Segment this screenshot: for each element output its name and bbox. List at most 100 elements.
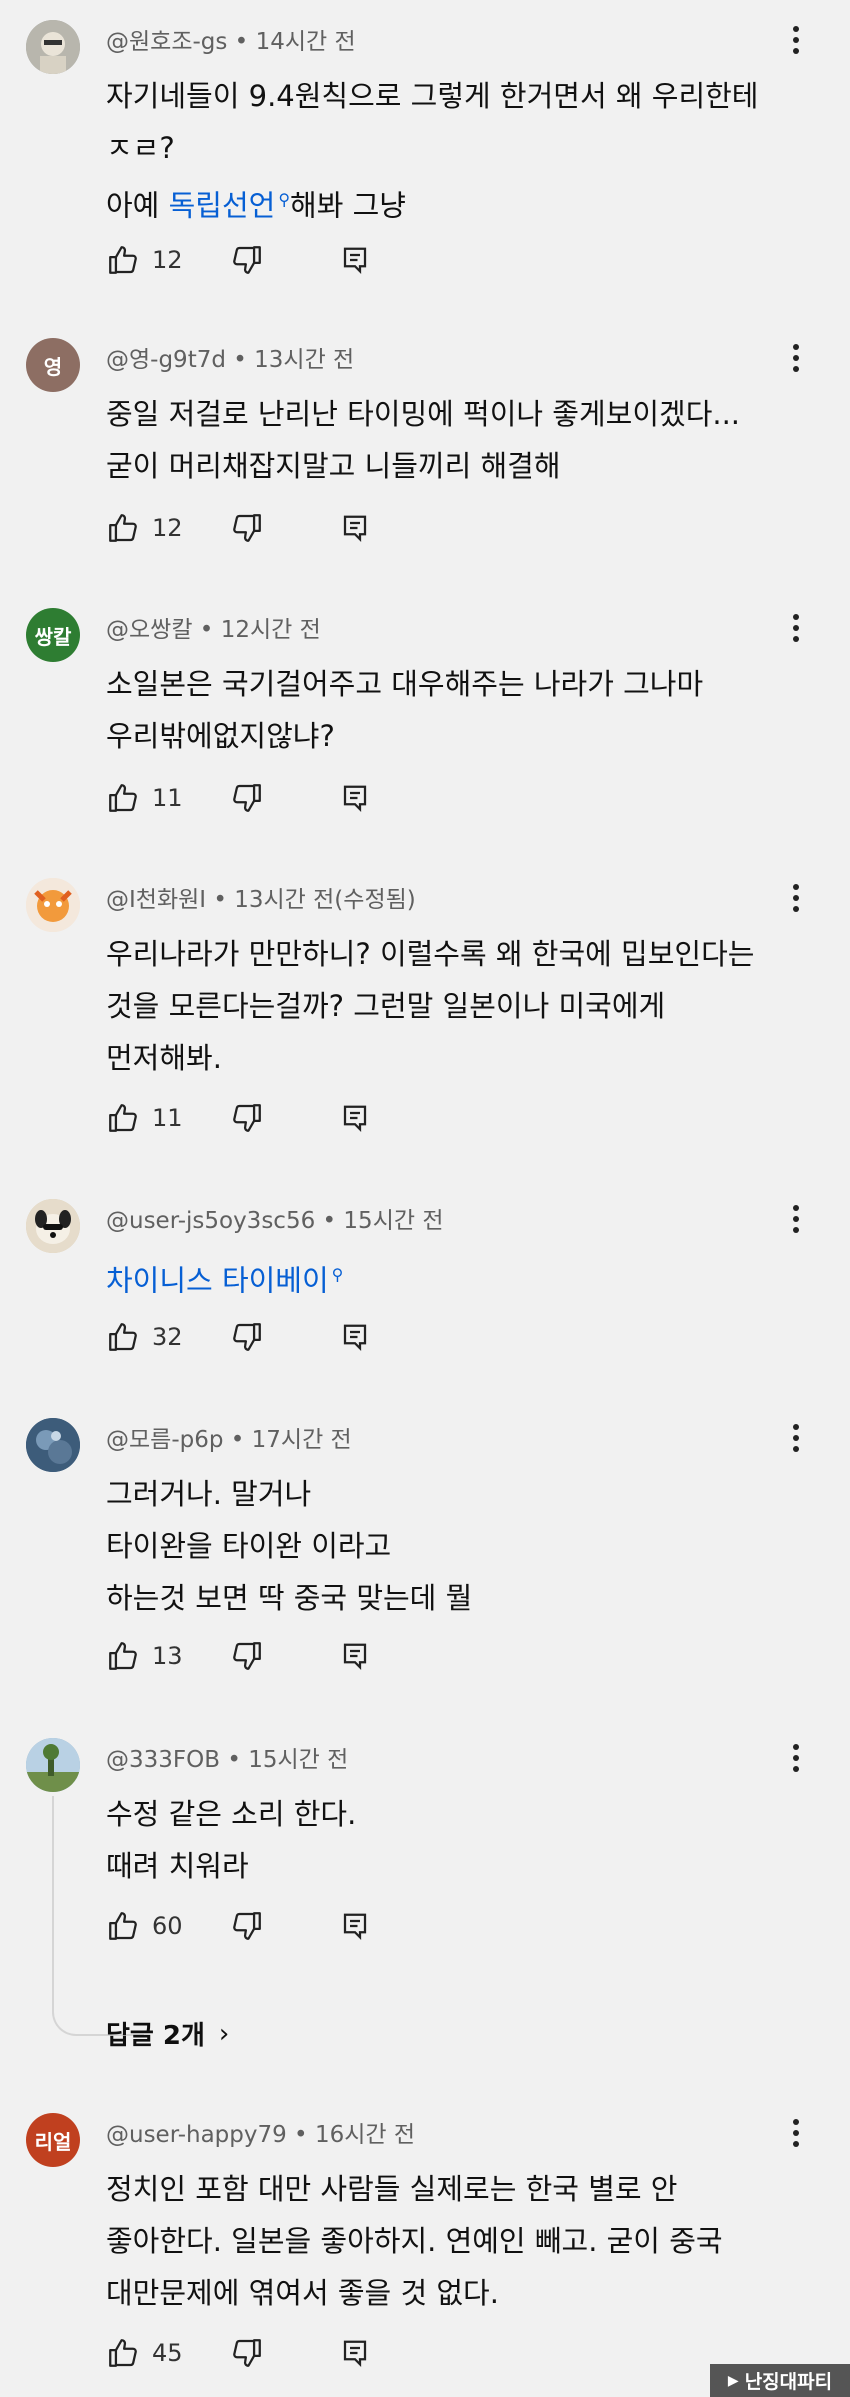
more-vert-icon[interactable] xyxy=(790,340,802,380)
more-vert-icon[interactable] xyxy=(790,22,802,62)
search-icon: ⚲ xyxy=(278,190,291,209)
avatar[interactable] xyxy=(26,1738,80,1792)
more-vert-icon[interactable] xyxy=(790,2115,802,2155)
avatar-dog-icon xyxy=(26,1199,80,1253)
thumbs-up-icon xyxy=(109,2339,137,2367)
comment-author[interactable]: @영-g9t7d xyxy=(106,347,226,373)
avatar[interactable] xyxy=(26,878,80,932)
chevron-right-icon: › xyxy=(218,2018,230,2049)
more-vert-icon[interactable] xyxy=(790,880,802,920)
thumbs-down-icon xyxy=(233,1912,261,1940)
like-button[interactable]: 11 xyxy=(106,1100,183,1136)
dislike-button[interactable] xyxy=(230,242,264,278)
like-count: 12 xyxy=(152,514,183,542)
reply-button[interactable] xyxy=(340,510,370,546)
avatar-initial: 쌍칼 xyxy=(34,624,72,649)
comment-line: 하는것 보면 딱 중국 맞는데 뭘 xyxy=(106,1581,473,1615)
avatar-photo-icon xyxy=(26,20,80,74)
avatar[interactable]: 쌍칼 xyxy=(26,608,80,662)
like-button[interactable]: 12 xyxy=(106,510,183,546)
avatar[interactable]: 영 xyxy=(26,338,80,392)
comment-line: 차이니스 타이베이 ⚲ xyxy=(106,1249,343,1307)
dislike-button[interactable] xyxy=(230,2335,264,2371)
comment-line: 중일 저걸로 난리난 타이밍에 퍽이나 좋게보이겠다... xyxy=(106,397,741,431)
reply-comment-icon xyxy=(343,1643,367,1670)
avatar-initial: 리얼 xyxy=(34,2129,72,2154)
more-vert-icon[interactable] xyxy=(790,1420,802,1460)
avatar-photo-icon xyxy=(26,1418,80,1472)
comment-meta: @오쌍칼 • 12시간 전 xyxy=(106,617,321,643)
dislike-button[interactable] xyxy=(230,510,264,546)
thumbs-down-icon xyxy=(233,784,261,812)
comment-author[interactable]: @user-js5oy3sc56 xyxy=(106,1208,315,1234)
avatar[interactable]: 리얼 xyxy=(26,2113,80,2167)
comment-author[interactable]: @오쌍칼 xyxy=(106,617,192,643)
search-link[interactable]: 차이니스 타이베이 xyxy=(106,1264,329,1298)
comment-line: 타이완을 타이완 이라고 xyxy=(106,1529,392,1563)
replies-count: 답글 2개 xyxy=(106,2021,205,2051)
comment-text: 정치인 포함 대만 사람들 실제로는 한국 별로 안 좋아한다. 일본을 좋아하… xyxy=(106,2163,723,2319)
reply-comment-icon xyxy=(343,785,367,812)
like-button[interactable]: 11 xyxy=(106,780,183,816)
comment-text: 우리나라가 만만하니? 이럴수록 왜 한국에 밉보인다는 것을 모른다는걸까? … xyxy=(106,928,754,1084)
comment-author[interactable]: @모름-p6p xyxy=(106,1427,223,1453)
thumbs-down-icon xyxy=(233,2339,261,2367)
like-button[interactable]: 12 xyxy=(106,242,183,278)
reply-button[interactable] xyxy=(340,1638,370,1674)
like-button[interactable]: 32 xyxy=(106,1319,183,1355)
site-watermark: ▶ 난징대파티 xyxy=(710,2364,850,2397)
more-vert-icon[interactable] xyxy=(790,1201,802,1241)
comment-line: 정치인 포함 대만 사람들 실제로는 한국 별로 안 xyxy=(106,2172,678,2206)
thumbs-up-icon xyxy=(109,784,137,812)
like-button[interactable]: 45 xyxy=(106,2335,183,2371)
dislike-button[interactable] xyxy=(230,780,264,816)
more-vert-icon[interactable] xyxy=(790,610,802,650)
reply-button[interactable] xyxy=(340,780,370,816)
comment-line: 자기네들이 9.4원칙으로 그렇게 한거면서 왜 우리한테 xyxy=(106,79,759,113)
comment-meta: @333FOB • 15시간 전 xyxy=(106,1747,349,1773)
comment-line: 먼저해봐. xyxy=(106,1041,222,1075)
view-replies-button[interactable]: 답글 2개 › xyxy=(106,2015,229,2052)
dislike-button[interactable] xyxy=(230,1638,264,1674)
avatar-cartoon-icon xyxy=(26,878,80,932)
reply-button[interactable] xyxy=(340,2335,370,2371)
comment-author[interactable]: @user-happy79 xyxy=(106,2122,287,2148)
reply-comment-icon xyxy=(343,515,367,542)
comment-text: 자기네들이 9.4원칙으로 그렇게 한거면서 왜 우리한테 ㅈㄹ? 아예 독립선… xyxy=(106,70,759,232)
comment-author[interactable]: @원호조-gs xyxy=(106,29,227,55)
comment-time: 14시간 전 xyxy=(255,29,356,55)
reply-button[interactable] xyxy=(340,1319,370,1355)
comment-time: 16시간 전 xyxy=(314,2122,416,2148)
thumbs-down-icon xyxy=(233,514,261,542)
reply-button[interactable] xyxy=(340,1100,370,1136)
comment-text-fragment: 아예 xyxy=(106,188,169,223)
comment-time: 15시간 전 xyxy=(248,1747,349,1773)
dislike-button[interactable] xyxy=(230,1908,264,1944)
comment-line: 대만문제에 엮여서 좋을 것 없다. xyxy=(106,2276,499,2310)
like-button[interactable]: 13 xyxy=(106,1638,183,1674)
reply-thread-line xyxy=(52,1796,144,2036)
search-icon: ⚲ xyxy=(331,1265,344,1284)
avatar[interactable] xyxy=(26,1199,80,1253)
comment-text: 차이니스 타이베이 ⚲ xyxy=(106,1249,343,1307)
comment-author[interactable]: @I천화원I xyxy=(106,887,206,913)
comment-line: 좋아한다. 일본을 좋아하지. 연예인 빼고. 굳이 중국 xyxy=(106,2224,723,2258)
dislike-button[interactable] xyxy=(230,1319,264,1355)
avatar-landscape-icon xyxy=(26,1738,80,1792)
more-vert-icon[interactable] xyxy=(790,1740,802,1780)
like-count: 12 xyxy=(152,246,183,274)
thumbs-up-icon xyxy=(109,1323,137,1351)
avatar[interactable] xyxy=(26,20,80,74)
like-count: 11 xyxy=(152,1104,183,1132)
avatar[interactable] xyxy=(26,1418,80,1472)
dislike-button[interactable] xyxy=(230,1100,264,1136)
comment-text: 소일본은 국기걸어주고 대우해주는 나라가 그나마 우리밖에없지않냐? xyxy=(106,658,703,762)
like-count: 32 xyxy=(152,1323,183,1351)
reply-button[interactable] xyxy=(340,242,370,278)
comment-author[interactable]: @333FOB xyxy=(106,1747,220,1773)
reply-button[interactable] xyxy=(340,1908,370,1944)
thumbs-up-icon xyxy=(109,1642,137,1670)
thumbs-down-icon xyxy=(233,1323,261,1351)
search-link[interactable]: 독립선언 xyxy=(169,189,276,223)
comment-line: 소일본은 국기걸어주고 대우해주는 나라가 그나마 xyxy=(106,667,704,701)
